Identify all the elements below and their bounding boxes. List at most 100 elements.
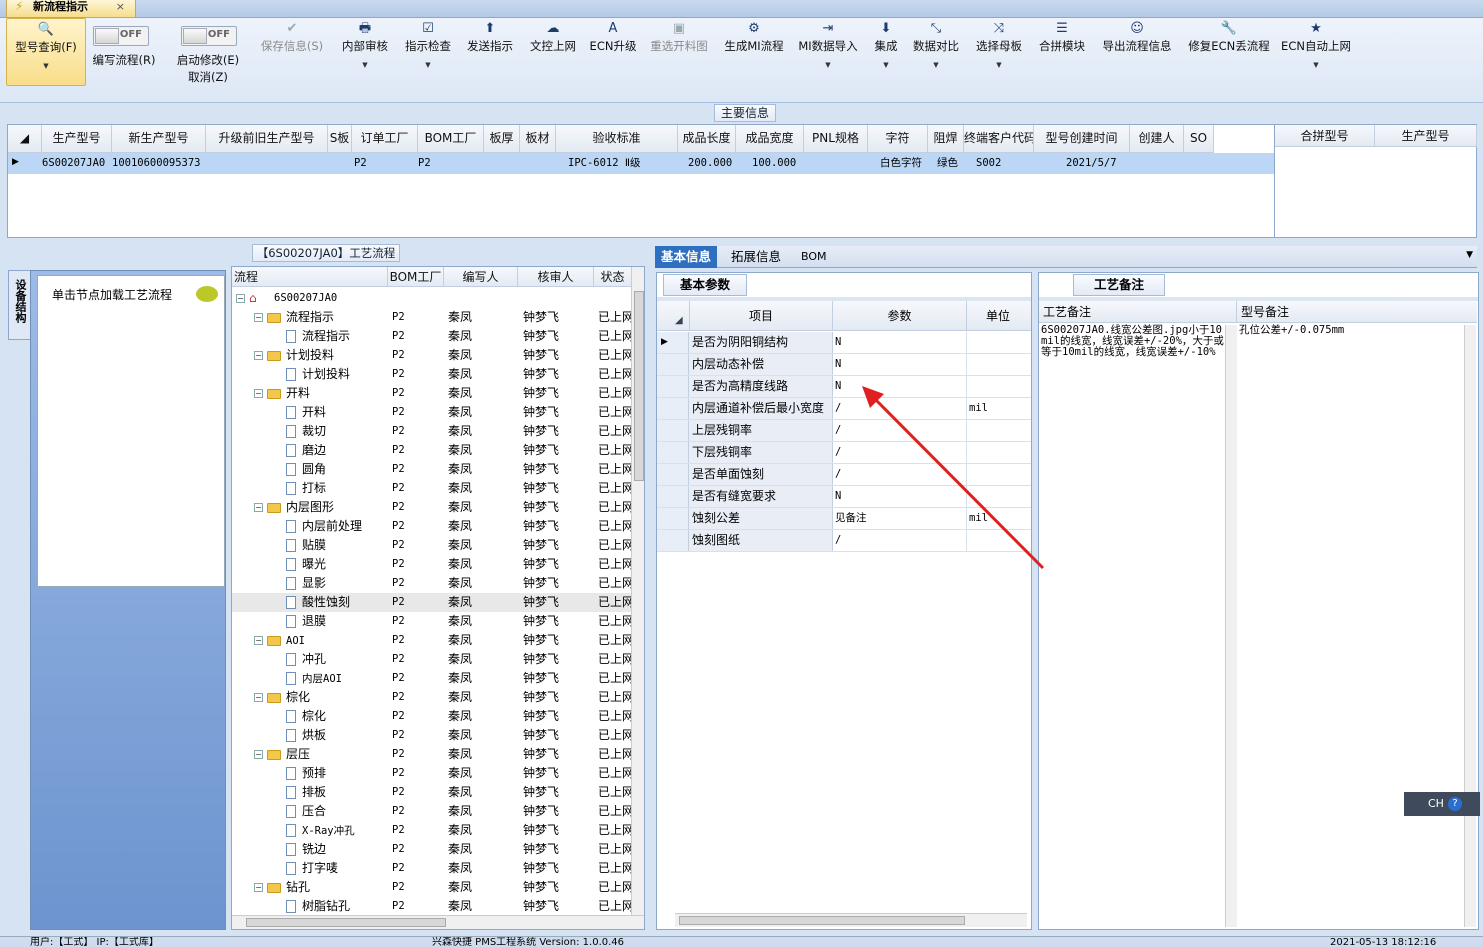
row-selector[interactable] [657,398,689,419]
data-compare-button[interactable]: ⤡ 数据对比 ▼ [908,18,964,90]
collapse-icon[interactable]: − [254,503,263,512]
row-selector[interactable] [657,530,689,551]
tree-root[interactable]: − ⌂ 6S00207JA0 [232,289,632,308]
flow-col-3[interactable]: 核审人 [518,267,594,287]
main-col-3[interactable]: S板 [328,125,352,153]
export-flow-info-button[interactable]: ☺ 导出流程信息 [1096,18,1178,90]
cell-order-factory[interactable]: P2 [354,153,384,173]
flow-row[interactable]: − 钻孔 P2 秦凤 钟梦飞 已上网 [232,878,632,897]
main-col-8[interactable]: 验收标准 [556,125,678,153]
integrate-button[interactable]: ⬇ 集成 ▼ [868,18,904,90]
instruction-check-button[interactable]: ☑ 指示检查 ▼ [400,18,456,90]
model-note-text[interactable]: 孔位公差+/-0.075mm [1239,325,1459,925]
fix-ecn-lost-flow-button[interactable]: 🔧 修复ECN丢流程 [1184,18,1274,90]
ecn-auto-online-button[interactable]: ★ ECN自动上网 ▼ [1278,18,1354,90]
param-value[interactable]: N [833,354,967,375]
flow-row[interactable]: − 内层图形 P2 秦凤 钟梦飞 已上网 [232,498,632,517]
main-col-0[interactable]: 生产型号 [42,125,112,153]
ecn-upgrade-button[interactable]: A ECN升级 [588,18,638,90]
flow-row[interactable]: − 流程指示 P2 秦凤 钟梦飞 已上网 [232,308,632,327]
row-selector[interactable]: ▶ [657,332,689,353]
text-control-online-button[interactable]: ☁ 文控上网 [524,18,582,90]
flow-row[interactable]: 铣边 P2 秦凤 钟梦飞 已上网 [232,840,632,859]
flow-row[interactable]: − 棕化 P2 秦凤 钟梦飞 已上网 [232,688,632,707]
collapse-icon[interactable]: − [254,636,263,645]
flow-row[interactable]: − 层压 P2 秦凤 钟梦飞 已上网 [232,745,632,764]
collapse-icon[interactable]: − [236,294,245,303]
scroll-thumb[interactable] [634,291,644,481]
main-col-10[interactable]: 成品宽度 [736,125,804,153]
merge-module-button[interactable]: ☰ 合拼模块 [1034,18,1090,90]
main-col-14[interactable]: 终端客户代码 [964,125,1034,153]
collapse-icon[interactable]: − [254,883,263,892]
tab-bom[interactable]: BOM [795,246,833,268]
ime-indicator[interactable]: CH ? [1404,792,1480,816]
flow-row[interactable]: 烘板 P2 秦凤 钟梦飞 已上网 [232,726,632,745]
save-info-button[interactable]: ✔ 保存信息(S) [254,18,330,90]
flow-row[interactable]: 排板 P2 秦凤 钟梦飞 已上网 [232,783,632,802]
flow-row[interactable]: − 开料 P2 秦凤 钟梦飞 已上网 [232,384,632,403]
device-tree[interactable]: 单击节点加载工艺流程 [37,275,225,587]
process-note-text[interactable]: 6S00207JA0.线宽公差图.jpg小于10mil的线宽，线宽误差+/-20… [1041,325,1225,925]
main-info-row[interactable]: ▶ 6S00207JA0 10010600095373 P2 P2 IPC-60… [8,153,1274,174]
flow-tree-body[interactable]: − ⌂ 6S00207JA0− 流程指示 P2 秦凤 钟梦飞 已上网 流程指示 P2 秦凤 钟梦飞 已上… [232,289,632,917]
params-horizontal-scrollbar[interactable] [675,913,1027,927]
collapse-icon[interactable]: − [254,693,263,702]
cell-customer-code[interactable]: S002 [976,153,1036,173]
main-col-2[interactable]: 升级前旧生产型号 [206,125,328,153]
cell-solder[interactable]: 绿色 [937,153,973,173]
cancel-button[interactable]: 取消(Z) [170,69,246,86]
param-value[interactable]: N [833,332,967,353]
main-col-12[interactable]: 字符 [868,125,928,153]
collapse-icon[interactable]: − [254,389,263,398]
main-col-7[interactable]: 板材 [520,125,556,153]
main-col-4[interactable]: 订单工厂 [352,125,418,153]
row-selector[interactable] [657,442,689,463]
document-tab[interactable]: ⚡ 新流程指示 × [6,0,136,18]
cell-width[interactable]: 100.000 [752,153,810,173]
flow-row[interactable]: 棕化 P2 秦凤 钟梦飞 已上网 [232,707,632,726]
row-selector[interactable] [657,354,689,375]
flow-row[interactable]: 打标 P2 秦凤 钟梦飞 已上网 [232,479,632,498]
cell-created[interactable]: 2021/5/7 [1066,153,1146,173]
flow-row[interactable]: 流程指示 P2 秦凤 钟梦飞 已上网 [232,327,632,346]
flow-row[interactable]: 圆角 P2 秦凤 钟梦飞 已上网 [232,460,632,479]
cell-prod-model[interactable]: 6S00207JA0 [42,153,112,173]
scroll-thumb[interactable] [246,918,446,927]
flow-horizontal-scrollbar[interactable] [232,915,644,929]
device-structure-tab[interactable]: 设备结构 [8,270,32,340]
flow-col-0[interactable]: 流程 [232,267,388,287]
main-col-11[interactable]: PNL规格 [804,125,868,153]
chevron-down-icon[interactable]: ▼ [1466,250,1473,260]
flow-row[interactable]: 打字唛 P2 秦凤 钟梦飞 已上网 [232,859,632,878]
flow-row[interactable]: 预排 P2 秦凤 钟梦飞 已上网 [232,764,632,783]
flow-row[interactable]: 压合 P2 秦凤 钟梦飞 已上网 [232,802,632,821]
main-col-9[interactable]: 成品长度 [678,125,736,153]
start-modify-toggle[interactable]: OFF [181,26,237,46]
generate-mi-flow-button[interactable]: ⚙ 生成MI流程 [720,18,788,90]
row-selector[interactable] [657,420,689,441]
flow-row[interactable]: 贴膜 P2 秦凤 钟梦飞 已上网 [232,536,632,555]
tab-basic-info[interactable]: 基本信息 [655,246,718,268]
cell-acceptance[interactable]: IPC-6012 Ⅱ级 [568,153,678,173]
flow-row[interactable]: 退膜 P2 秦凤 钟梦飞 已上网 [232,612,632,631]
flow-row[interactable]: 开料 P2 秦凤 钟梦飞 已上网 [232,403,632,422]
flow-row[interactable]: 冲孔 P2 秦凤 钟梦飞 已上网 [232,650,632,669]
tab-extended-info[interactable]: 拓展信息 [725,246,787,268]
param-row[interactable]: 内层动态补偿 N [657,354,1031,376]
flow-row[interactable]: 磨边 P2 秦凤 钟梦飞 已上网 [232,441,632,460]
main-col-6[interactable]: 板厚 [484,125,520,153]
collapse-icon[interactable]: − [254,313,263,322]
query-model-button[interactable]: 🔍 型号查询(F) ▼ [6,18,86,86]
close-icon[interactable]: × [116,0,125,14]
flow-row[interactable]: 曝光 P2 秦凤 钟梦飞 已上网 [232,555,632,574]
select-mother-board-button[interactable]: ⤨ 选择母板 ▼ [970,18,1028,90]
collapse-icon[interactable]: − [254,750,263,759]
flow-row[interactable]: 内层AOI P2 秦凤 钟梦飞 已上网 [232,669,632,688]
process-flow-tree[interactable]: 流程 BOM工厂 编写人 核审人 状态 − ⌂ 6S00207JA0− 流程指示 P2 秦凤 钟梦飞… [231,266,645,930]
write-flow-toggle[interactable]: OFF [93,26,149,46]
row-selector[interactable] [657,376,689,397]
cell-new-model[interactable]: 10010600095373 [112,153,206,173]
param-row[interactable]: ▶ 是否为阴阳铜结构 N [657,332,1031,354]
flow-row[interactable]: 内层前处理 P2 秦凤 钟梦飞 已上网 [232,517,632,536]
